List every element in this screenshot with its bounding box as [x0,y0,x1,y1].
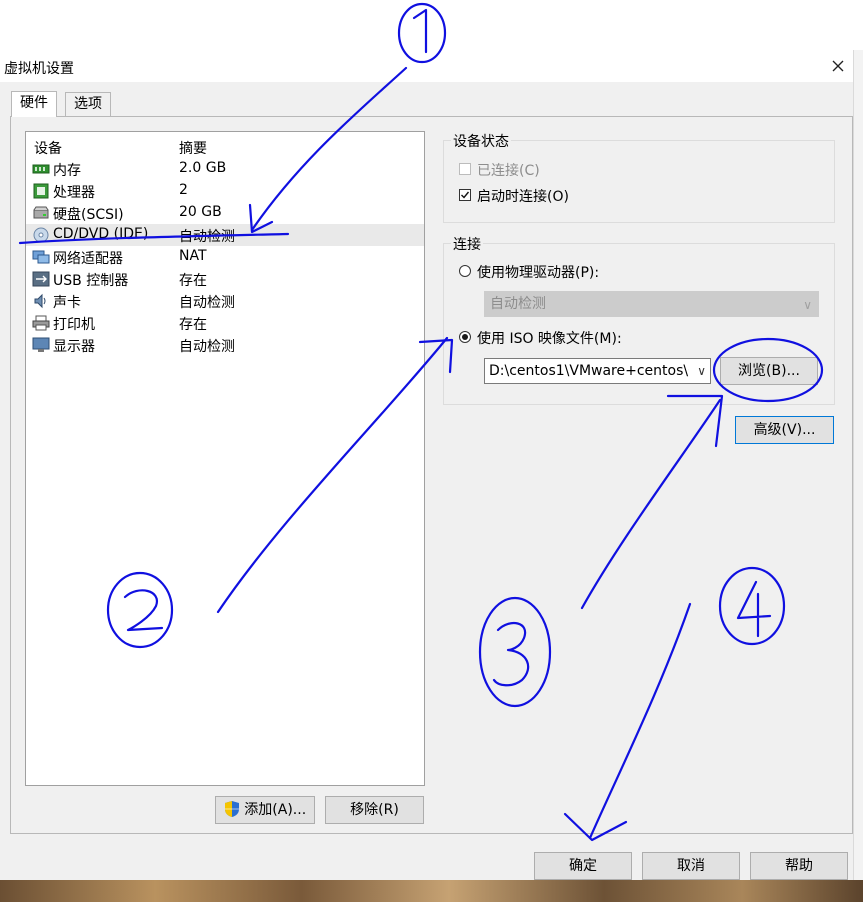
device-summary: 2 [179,182,188,198]
device-name: 处理器 [53,185,95,201]
device-name: 显示器 [53,339,95,355]
ok-button[interactable]: 确定 [534,852,632,880]
iso-image-label: 使用 ISO 映像文件(M): [477,331,622,347]
device-name: 网络适配器 [53,251,123,267]
device-name: 硬盘(SCSI) [53,207,124,223]
uac-shield-icon [224,801,239,817]
device-row-cd-dvd[interactable]: CD/DVD (IDE) 自动检测 [26,224,424,246]
physical-drive-select[interactable]: 自动检测 ∨ [484,291,819,317]
device-name: USB 控制器 [53,273,129,289]
connect-at-power-on-label: 启动时连接(O) [477,189,569,205]
physical-drive-label: 使用物理驱动器(P): [477,265,600,281]
iso-path-combobox[interactable]: D:\centos1\VMware+centos\C ∨ [484,358,711,384]
desktop-background [0,880,863,902]
printer-icon [32,315,50,331]
device-list[interactable]: 设备 摘要 内存 2.0 GB 处理器 2 硬盘(SCSI) 20 GB CD/… [25,131,425,786]
device-row-memory[interactable]: 内存 2.0 GB [26,158,424,180]
cpu-icon [33,183,49,199]
device-summary: 存在 [179,273,207,289]
device-summary: 自动检测 [179,295,235,311]
device-summary: 20 GB [179,204,222,220]
column-header-summary[interactable]: 摘要 [179,138,207,158]
device-row-display[interactable]: 显示器 自动检测 [26,334,424,356]
device-row-usb[interactable]: USB 控制器 存在 [26,268,424,290]
connect-at-power-on-checkbox[interactable] [459,189,471,201]
help-button[interactable]: 帮助 [750,852,848,880]
device-summary: 自动检测 [179,229,235,245]
device-summary: 存在 [179,317,207,333]
device-row-sound[interactable]: 声卡 自动检测 [26,290,424,312]
annotation-digit-1 [412,8,428,54]
tab-options[interactable]: 选项 [65,92,111,116]
cd-dvd-icon [33,227,49,243]
speaker-icon [34,293,46,309]
close-button[interactable] [826,54,850,78]
chevron-down-icon: ∨ [695,359,706,383]
advanced-button[interactable]: 高级(V)... [735,416,834,444]
device-row-harddisk[interactable]: 硬盘(SCSI) 20 GB [26,202,424,224]
device-summary: NAT [179,248,207,264]
remove-device-button[interactable]: 移除(R) [325,796,424,824]
column-header-device[interactable]: 设备 [34,138,62,158]
browse-button[interactable]: 浏览(B)... [720,357,818,385]
iso-path-value: D:\centos1\VMware+centos\C [489,363,689,379]
checkmark-icon [461,191,470,199]
device-row-printer[interactable]: 打印机 存在 [26,312,424,334]
connected-checkbox[interactable] [459,163,471,175]
memory-icon [32,164,50,174]
network-adapter-icon [32,250,50,264]
device-status-group [443,140,835,223]
device-status-title: 设备状态 [451,131,511,151]
tab-hardware[interactable]: 硬件 [11,91,57,117]
physical-drive-value: 自动检测 [490,296,546,312]
chevron-down-icon: ∨ [803,298,812,312]
add-device-label: 添加(A)... [244,802,307,818]
device-name: 内存 [53,163,81,179]
device-name: CD/DVD (IDE) [53,226,149,242]
background-window-edge [853,50,863,880]
window-title: 虚拟机设置 [4,61,74,77]
harddisk-icon [33,206,49,219]
device-name: 声卡 [53,295,81,311]
title-bar: 虚拟机设置 [0,50,853,82]
device-summary: 2.0 GB [179,160,227,176]
device-name: 打印机 [53,317,95,333]
connected-label: 已连接(C) [477,163,540,179]
close-icon [832,60,844,72]
add-device-button[interactable]: 添加(A)... [215,796,315,824]
device-row-network[interactable]: 网络适配器 NAT [26,246,424,268]
connection-title: 连接 [451,234,483,254]
cancel-button[interactable]: 取消 [642,852,740,880]
monitor-icon [32,337,50,352]
vm-settings-dialog: 虚拟机设置 硬件 选项 设备 摘要 内存 2.0 GB 处理器 2 硬盘(SCS… [0,50,853,880]
device-row-processor[interactable]: 处理器 2 [26,180,424,202]
usb-icon [32,271,50,287]
device-summary: 自动检测 [179,339,235,355]
iso-image-radio[interactable] [459,331,471,343]
physical-drive-radio[interactable] [459,265,471,277]
